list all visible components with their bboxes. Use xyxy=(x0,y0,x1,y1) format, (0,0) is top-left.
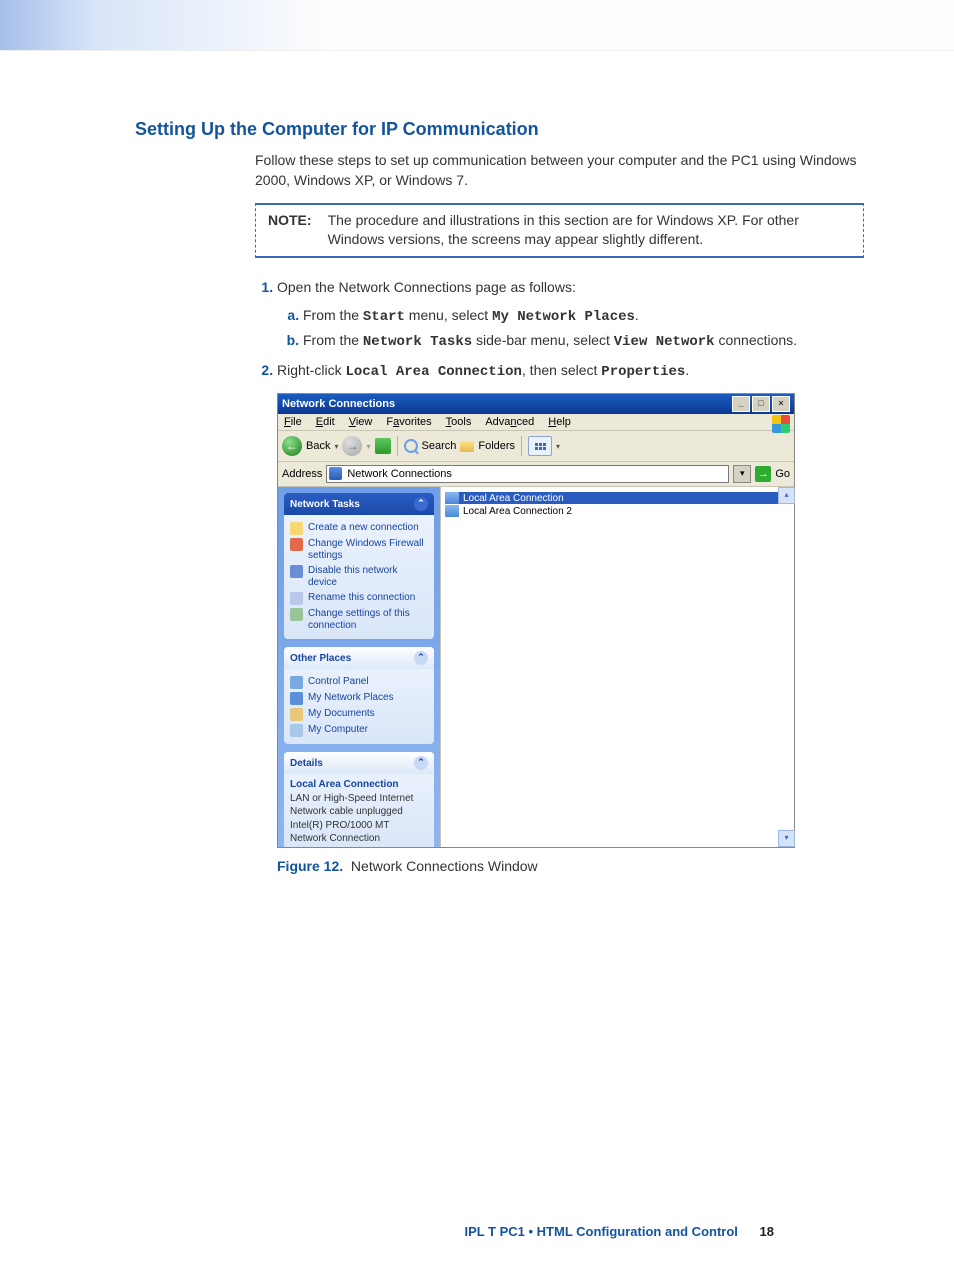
minimize-button[interactable]: _ xyxy=(732,396,750,412)
go-button-icon[interactable]: → xyxy=(755,466,771,482)
page-header-gradient xyxy=(0,0,954,51)
forward-dropdown-icon[interactable]: ▾ xyxy=(366,442,370,451)
footer-text: IPL T PC1 • HTML Configuration and Contr… xyxy=(464,1224,737,1239)
task-item[interactable]: Rename this connection xyxy=(290,592,428,605)
network-icon xyxy=(445,505,459,517)
note-text: The procedure and illustrations in this … xyxy=(328,211,851,250)
panel-details: Details ⌃ Local Area Connection LAN or H… xyxy=(284,752,434,847)
address-input[interactable] xyxy=(326,465,729,483)
steps-list: Open the Network Connections page as fol… xyxy=(255,276,864,384)
substeps-1: From the Start menu, select My Network P… xyxy=(277,304,864,353)
toolbar: ← Back ▾ → ▾ Search Folders ▾ xyxy=(278,431,794,462)
close-button[interactable]: × xyxy=(772,396,790,412)
go-label[interactable]: Go xyxy=(775,468,790,480)
menu-advanced[interactable]: Advanced xyxy=(485,416,534,428)
menubar: File Edit View Favorites Tools Advanced … xyxy=(278,414,794,431)
panel-header-details[interactable]: Details ⌃ xyxy=(284,752,434,774)
figure-title: Network Connections Window xyxy=(351,858,538,874)
address-bar: Address ▾ → Go xyxy=(278,462,794,487)
panel-header-tasks[interactable]: Network Tasks ⌃ xyxy=(284,493,434,515)
back-icon[interactable]: ← xyxy=(282,436,302,456)
view-dropdown-icon[interactable]: ▾ xyxy=(556,442,560,451)
page-number: 18 xyxy=(760,1224,774,1239)
note-box: NOTE: The procedure and illustrations in… xyxy=(255,203,864,258)
menu-favorites[interactable]: Favorites xyxy=(386,416,431,428)
screenshot-window: Network Connections _ □ × File Edit View… xyxy=(277,393,795,848)
task-item[interactable]: Change Windows Firewall settings xyxy=(290,538,428,562)
task-item[interactable]: Disable this network device xyxy=(290,565,428,589)
task-item[interactable]: Change settings of this connection xyxy=(290,608,428,632)
chevron-up-icon[interactable]: ⌃ xyxy=(414,756,428,770)
window-title: Network Connections xyxy=(282,398,395,410)
back-label[interactable]: Back xyxy=(306,440,330,452)
panel-other-places: Other Places ⌃ Control Panel My Network … xyxy=(284,647,434,744)
panel-network-tasks: Network Tasks ⌃ Create a new connection … xyxy=(284,493,434,639)
titlebar[interactable]: Network Connections _ □ × xyxy=(278,394,794,414)
new-connection-icon xyxy=(290,522,303,535)
computer-icon xyxy=(290,724,303,737)
figure-number: Figure 12. xyxy=(277,858,343,874)
settings-icon xyxy=(290,608,303,621)
connection-item[interactable]: Local Area Connection 2 xyxy=(445,505,790,517)
step-1b: From the Network Tasks side-bar menu, se… xyxy=(303,329,864,353)
firewall-icon xyxy=(290,538,303,551)
details-line: LAN or High-Speed Internet xyxy=(290,792,428,806)
menu-tools[interactable]: Tools xyxy=(446,416,472,428)
window-content: Network Tasks ⌃ Create a new connection … xyxy=(278,487,794,847)
place-item[interactable]: My Network Places xyxy=(290,692,428,705)
details-name: Local Area Connection xyxy=(290,778,428,792)
chevron-up-icon[interactable]: ⌃ xyxy=(414,497,428,511)
up-folder-icon[interactable] xyxy=(375,438,391,454)
main-pane[interactable]: ▴ Local Area Connection Local Area Conne… xyxy=(440,487,794,847)
menu-help[interactable]: Help xyxy=(548,416,571,428)
scroll-up-icon[interactable]: ▴ xyxy=(778,487,795,504)
section-heading: Setting Up the Computer for IP Communica… xyxy=(135,119,864,140)
details-line: Intel(R) PRO/1000 MT Network Connection xyxy=(290,819,428,846)
details-line: Network cable unplugged xyxy=(290,805,428,819)
search-icon[interactable] xyxy=(404,439,418,453)
separator-icon xyxy=(521,436,522,456)
folders-label[interactable]: Folders xyxy=(478,440,515,452)
step-2: Right-click Local Area Connection, then … xyxy=(277,359,864,383)
search-label[interactable]: Search xyxy=(422,440,457,452)
place-item[interactable]: Control Panel xyxy=(290,676,428,689)
panel-header-places[interactable]: Other Places ⌃ xyxy=(284,647,434,669)
maximize-button[interactable]: □ xyxy=(752,396,770,412)
connection-item-selected[interactable]: Local Area Connection xyxy=(445,492,790,504)
rename-icon xyxy=(290,592,303,605)
intro-paragraph: Follow these steps to set up communicati… xyxy=(255,150,864,191)
forward-icon[interactable]: → xyxy=(342,436,362,456)
menu-edit[interactable]: Edit xyxy=(316,416,335,428)
page-footer: IPL T PC1 • HTML Configuration and Contr… xyxy=(135,1224,774,1239)
place-item[interactable]: My Documents xyxy=(290,708,428,721)
menu-view[interactable]: View xyxy=(349,416,373,428)
control-panel-icon xyxy=(290,676,303,689)
network-icon xyxy=(445,492,459,504)
task-item[interactable]: Create a new connection xyxy=(290,522,428,535)
figure-caption: Figure 12. Network Connections Window xyxy=(277,858,864,874)
place-item[interactable]: My Computer xyxy=(290,724,428,737)
documents-icon xyxy=(290,708,303,721)
chevron-up-icon[interactable]: ⌃ xyxy=(414,651,428,665)
separator-icon xyxy=(397,436,398,456)
back-dropdown-icon[interactable]: ▾ xyxy=(334,442,338,451)
address-icon xyxy=(329,467,342,480)
address-label: Address xyxy=(282,468,322,480)
menu-file[interactable]: File xyxy=(284,416,302,428)
note-label: NOTE: xyxy=(268,211,312,250)
scroll-down-icon[interactable]: ▾ xyxy=(778,830,795,847)
folders-icon[interactable] xyxy=(460,441,474,452)
windows-logo-icon xyxy=(772,415,790,433)
view-mode-button[interactable] xyxy=(528,436,552,456)
address-dropdown-icon[interactable]: ▾ xyxy=(733,465,751,483)
step-1: Open the Network Connections page as fol… xyxy=(277,276,864,353)
sidebar: Network Tasks ⌃ Create a new connection … xyxy=(278,487,440,847)
step-1a: From the Start menu, select My Network P… xyxy=(303,304,864,328)
disable-icon xyxy=(290,565,303,578)
network-places-icon xyxy=(290,692,303,705)
